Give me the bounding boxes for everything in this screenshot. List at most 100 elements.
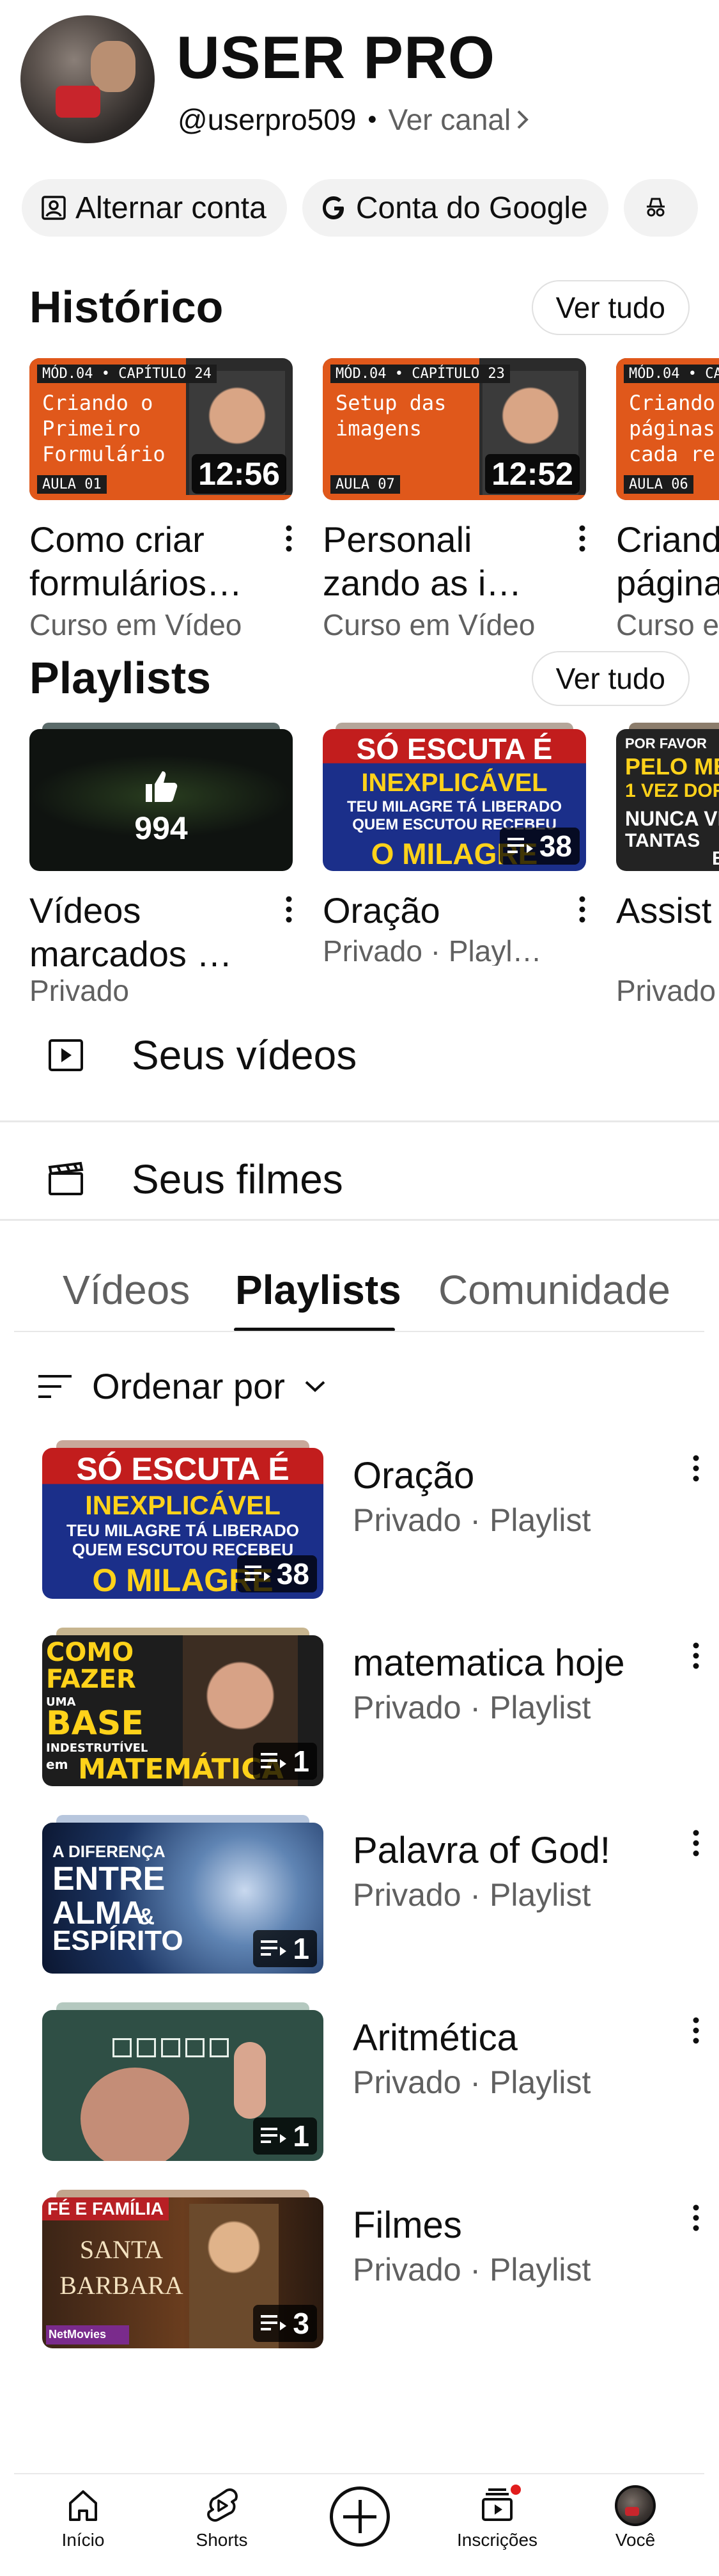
- playlist-title[interactable]: Oração: [353, 1454, 474, 1497]
- playlist-card[interactable]: 994 Vídeos marcados … Privado: [29, 723, 293, 1004]
- channel-name: USER PRO: [176, 24, 495, 91]
- netmovies-logo: NetMovies: [46, 2325, 129, 2344]
- more-vert-icon[interactable]: [690, 1639, 702, 1677]
- your-movies-row[interactable]: Seus filmes: [0, 1128, 719, 1230]
- playlist-privacy: Privado · Playlist: [353, 1690, 591, 1725]
- playlist-card[interactable]: SÓ ESCUTA É INEXPLICÁVEL TEU MILAGRE TÁ …: [323, 723, 586, 966]
- more-vert-icon[interactable]: [576, 522, 589, 560]
- playlist-title[interactable]: Vídeos marcados …: [29, 889, 259, 976]
- playlist-thumbnail[interactable]: FÉ E FAMÍLIA SANTA BARBARA NetMovies 3: [42, 2197, 323, 2348]
- more-vert-icon[interactable]: [690, 2201, 702, 2240]
- video-title[interactable]: Criand página…: [616, 518, 719, 605]
- history-card[interactable]: MÓD.04 • CAPÍTULO Criando páginas cada r…: [616, 358, 719, 640]
- playlist-card[interactable]: POR FAVOR PELO MEN 1 VEZ DORM NUNCA VI T…: [616, 723, 719, 1004]
- playlist-icon: [261, 1940, 287, 1956]
- video-duration: 12:56: [192, 454, 286, 494]
- more-vert-icon[interactable]: [690, 2014, 702, 2052]
- more-vert-icon[interactable]: [282, 522, 295, 560]
- video-title[interactable]: Como criar formulários…: [29, 518, 259, 605]
- incognito-chip[interactable]: [623, 179, 698, 237]
- tab-community[interactable]: Comunidade: [438, 1266, 670, 1314]
- playlist-icon: [244, 1566, 270, 1581]
- you-avatar-icon: [615, 2485, 656, 2526]
- channel-header: USER PRO @userpro509 • Ver canal: [0, 0, 719, 173]
- playlist-list-item[interactable]: A DIFERENÇA ENTRE ALMA & ESPÍRITO 1 Pala…: [42, 1814, 719, 1974]
- thumb-text: INEXPLICÁVEL: [85, 1490, 281, 1520]
- nav-subscriptions-label: Inscrições: [456, 2530, 538, 2550]
- video-thumbnail[interactable]: MÓD.04 • CAPÍTULO Criando páginas cada r…: [616, 358, 719, 500]
- playlist-thumbnail[interactable]: 1: [42, 2010, 323, 2161]
- incognito-icon: [646, 198, 665, 217]
- playlist-privacy: Privado · Playlist: [353, 2252, 591, 2288]
- playlist-thumbnail[interactable]: SÓ ESCUTA É INEXPLICÁVEL TEU MILAGRE TÁ …: [42, 1448, 323, 1599]
- playlist-count: 1: [293, 1932, 309, 1965]
- thumb-text: SÓ ESCUTA É: [356, 732, 553, 766]
- thumb-text: ESPÍRITO: [52, 1925, 183, 1956]
- sort-button[interactable]: Ordenar por: [37, 1365, 326, 1407]
- thumb-person: [81, 2068, 189, 2161]
- playlist-title[interactable]: Palavra of God!: [353, 1829, 610, 1872]
- playlist-privacy: Privado · Playlist: [353, 2064, 591, 2100]
- more-vert-icon[interactable]: [690, 1452, 702, 1490]
- video-title[interactable]: Personali zando as i…: [323, 518, 553, 605]
- video-thumbnail[interactable]: MÓD.04 • CAPÍTULO 23 Setup das imagens A…: [323, 358, 586, 500]
- history-title: Histórico: [29, 282, 224, 332]
- playlist-count: 994: [134, 810, 188, 846]
- video-thumbnail[interactable]: MÓD.04 • CAPÍTULO 24 Criando o Primeiro …: [29, 358, 293, 500]
- playlist-count: 3: [293, 2307, 309, 2340]
- playlist-list-item[interactable]: COMO FAZER UMA BASE INDESTRUTÍVEL em MAT…: [42, 1626, 719, 1786]
- playlist-title[interactable]: Filmes: [353, 2204, 462, 2247]
- nav-home-label: Início: [61, 2530, 105, 2550]
- divider: [0, 1219, 719, 1221]
- nav-you[interactable]: Você: [571, 2485, 699, 2550]
- playlists-see-all-button[interactable]: Ver tudo: [531, 651, 690, 706]
- nav-shorts[interactable]: Shorts: [158, 2485, 286, 2550]
- playlist-thumbnail[interactable]: POR FAVOR PELO MEN 1 VEZ DORM NUNCA VI T…: [616, 729, 719, 871]
- playlist-count: 1: [293, 2119, 309, 2153]
- bottom-navigation: Início Shorts Inscrições Você: [0, 2475, 719, 2576]
- playlist-thumbnail[interactable]: COMO FAZER UMA BASE INDESTRUTÍVEL em MAT…: [42, 1635, 323, 1786]
- nav-subscriptions[interactable]: Inscrições: [433, 2485, 561, 2550]
- google-account-chip[interactable]: Conta do Google: [302, 179, 608, 237]
- tabs-divider: [14, 1331, 704, 1332]
- more-vert-icon[interactable]: [282, 893, 295, 931]
- nav-home[interactable]: Início: [19, 2485, 147, 2550]
- channel-avatar[interactable]: [20, 15, 155, 143]
- watch-progress-bar: [323, 495, 586, 500]
- playlist-privacy: Privado: [29, 974, 129, 1004]
- playlist-title[interactable]: Assist tarde: [616, 889, 719, 976]
- tab-videos[interactable]: Vídeos: [63, 1266, 190, 1314]
- playlist-title[interactable]: Aritmética: [353, 2016, 518, 2059]
- view-channel-label: Ver canal: [388, 103, 511, 136]
- more-vert-icon[interactable]: [576, 893, 589, 931]
- playlist-thumbnail[interactable]: A DIFERENÇA ENTRE ALMA & ESPÍRITO 1: [42, 1823, 323, 1974]
- playlist-icon: [507, 838, 533, 853]
- playlist-count: 38: [276, 1557, 309, 1590]
- playlist-list-item[interactable]: FÉ E FAMÍLIA SANTA BARBARA NetMovies 3 Fi…: [42, 2188, 719, 2348]
- playlist-thumbnail[interactable]: 994: [29, 729, 293, 871]
- thumb-text: PELO MEN: [625, 753, 719, 780]
- your-videos-row[interactable]: Seus vídeos: [0, 1004, 719, 1106]
- sort-icon: [38, 1374, 72, 1398]
- create-plus-icon[interactable]: [330, 2486, 390, 2547]
- your-videos-label: Seus vídeos: [132, 1032, 357, 1078]
- playlist-list-item[interactable]: SÓ ESCUTA É INEXPLICÁVEL TEU MILAGRE TÁ …: [42, 1439, 719, 1599]
- playlist-thumbnail[interactable]: SÓ ESCUTA É INEXPLICÁVEL TEU MILAGRE TÁ …: [323, 729, 586, 871]
- playlist-list-item[interactable]: 1 Aritmética Privado · Playlist: [42, 2001, 719, 2161]
- history-card[interactable]: MÓD.04 • CAPÍTULO 24 Criando o Primeiro …: [29, 358, 293, 640]
- sort-label: Ordenar por: [92, 1366, 285, 1406]
- playlist-title[interactable]: matematica hoje: [353, 1642, 625, 1685]
- google-g-icon: [322, 196, 344, 219]
- thumb-text: SANTA BARBARA: [58, 2232, 185, 2304]
- tab-playlists[interactable]: Playlists: [235, 1266, 401, 1314]
- more-vert-icon[interactable]: [690, 1826, 702, 1865]
- view-channel-link[interactable]: Ver canal: [388, 102, 530, 137]
- thumb-text-line: TEU MILAGRE TÁ LIBERADO: [347, 798, 562, 815]
- thumb-text: A DIFERENÇA: [52, 1842, 166, 1861]
- nav-shorts-label: Shorts: [196, 2530, 248, 2550]
- thumb-text: POR FAVOR: [625, 735, 707, 751]
- history-card[interactable]: MÓD.04 • CAPÍTULO 23 Setup das imagens A…: [323, 358, 586, 640]
- switch-account-chip[interactable]: Alternar conta: [22, 179, 287, 237]
- playlist-count-badge: 1: [253, 2117, 317, 2155]
- history-see-all-button[interactable]: Ver tudo: [531, 280, 690, 335]
